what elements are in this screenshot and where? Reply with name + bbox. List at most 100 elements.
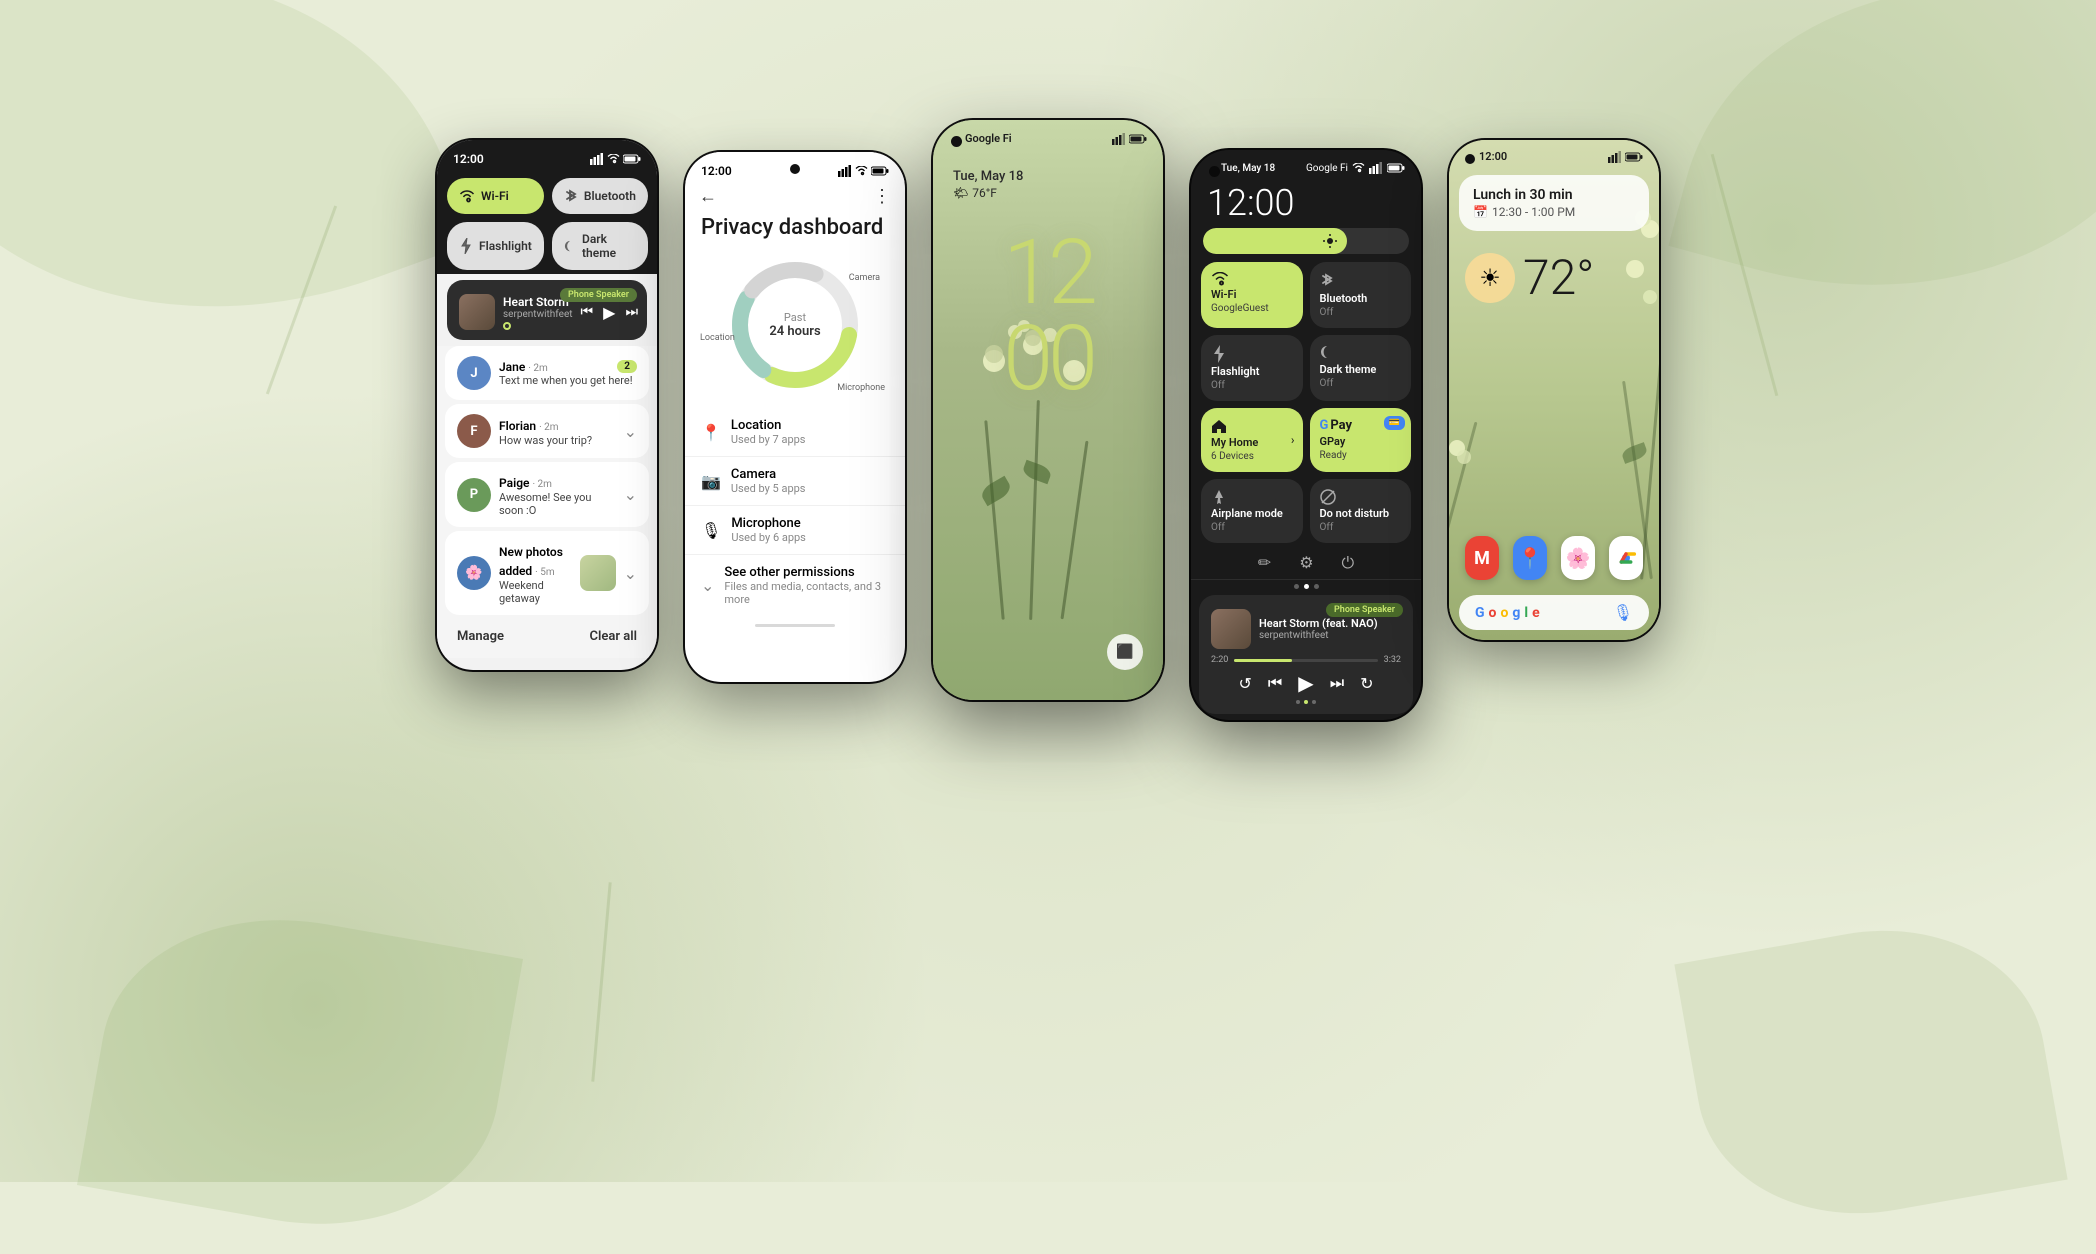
paige-avatar: P: [457, 478, 491, 512]
notif-paige[interactable]: P Paige · 2m Awesome! See you soon :O ⌄: [445, 462, 649, 527]
paige-name: Paige · 2m: [499, 476, 552, 490]
phone4-edit-btn[interactable]: ✏: [1258, 553, 1271, 573]
phone4-gpay-tile[interactable]: GPay GPay Ready 💳: [1310, 408, 1412, 472]
phone1-notif-actions: Manage Clear all: [437, 619, 657, 658]
perm-location[interactable]: 📍 Location Used by 7 apps: [685, 408, 905, 457]
paige-msg: Awesome! See you soon :O: [499, 491, 616, 517]
phone1-bt-tile[interactable]: Bluetooth: [552, 178, 648, 214]
phone4-airplane-icon: [1211, 489, 1227, 505]
phone4-wifi-icon: [1352, 163, 1365, 173]
player-dots: [1211, 700, 1401, 704]
back-btn[interactable]: ←: [699, 186, 717, 207]
phone4-play-btn[interactable]: ▶: [1298, 671, 1313, 695]
privacy-title: Privacy dashboard: [701, 215, 889, 240]
wifi-tile-icon: [459, 190, 475, 203]
notif-florian[interactable]: F Florian · 2m How was your trip? ⌄: [445, 404, 649, 458]
phone2-permissions-list: 📍 Location Used by 7 apps 📷 Camera Used …: [685, 408, 905, 616]
phone1-flash-tile[interactable]: Flashlight: [447, 222, 544, 270]
app-photos[interactable]: 🌸: [1561, 536, 1595, 580]
dot2: [1304, 584, 1309, 589]
menu-btn[interactable]: ⋮: [873, 186, 891, 207]
app-chrome[interactable]: [1609, 536, 1643, 580]
manage-btn[interactable]: Manage: [457, 629, 504, 644]
phone1-artist: serpentwithfeet: [503, 309, 573, 320]
phone4-brightness-slider[interactable]: [1203, 228, 1409, 254]
phone4-next-btn[interactable]: ⏭: [1330, 673, 1344, 693]
phone4-wifi-tile[interactable]: Wi-Fi GoogleGuest: [1201, 262, 1303, 328]
phone2-wifi-icon: [855, 166, 868, 176]
paige-expand[interactable]: ⌄: [624, 485, 637, 504]
phone4-time-total: 3:32: [1384, 655, 1401, 665]
phone4-battery-icon: [1387, 163, 1405, 173]
phone4-home-tile[interactable]: My Home 6 Devices ›: [1201, 408, 1303, 472]
phone1-status-icons: [590, 153, 641, 165]
phone3-weather: 🌤 76°F: [953, 186, 1143, 200]
perm-camera-label: Camera: [731, 467, 806, 482]
phone3-recents-btn[interactable]: ⬛: [1107, 634, 1143, 670]
phone4-signal-icon: [1369, 162, 1383, 174]
florian-expand[interactable]: ⌄: [624, 422, 637, 441]
phone5-left-flowers: [1449, 420, 1519, 540]
notif-photos[interactable]: 🌸 New photos added · 5m Weekend getaway …: [445, 531, 649, 615]
florian-name: Florian · 2m: [499, 419, 559, 433]
dark-tile-icon: [564, 239, 576, 254]
phone5-signal-icon: [1608, 151, 1622, 163]
app-gmail[interactable]: M: [1465, 536, 1499, 580]
phone4-dark-sub: Off: [1320, 378, 1402, 389]
phone4-player-controls: ↺ ⏮ ▶ ⏭ ↻: [1211, 671, 1401, 695]
phone1-notifications-list: J Jane · 2m 2 Text me when you get here!…: [437, 346, 657, 658]
camera-icon: 📷: [701, 472, 721, 491]
perm-microphone[interactable]: 🎙 Microphone Used by 6 apps: [685, 506, 905, 555]
voice-search-icon[interactable]: 🎙: [1613, 603, 1633, 622]
phone1-progress-dot: [503, 322, 511, 330]
perm-camera[interactable]: 📷 Camera Used by 5 apps: [685, 457, 905, 506]
phone4-settings-btn[interactable]: ⚙: [1299, 553, 1313, 573]
phone3-carrier: Google Fi: [965, 132, 1012, 145]
phone5-search-bar[interactable]: G o o g l e 🎙: [1459, 595, 1649, 630]
phone1-prev-btn[interactable]: ⏮: [581, 304, 594, 320]
chart-center-label: Past: [769, 311, 820, 324]
phone4-gpay-label: GPay: [1320, 435, 1402, 448]
phone4-dark-tile[interactable]: Dark theme Off: [1310, 335, 1412, 401]
phone4-loop-btn[interactable]: ↻: [1360, 674, 1373, 693]
phone3-battery-icon: [1129, 134, 1147, 144]
perm-other[interactable]: ⌄ See other permissions Files and media,…: [685, 555, 905, 616]
photos-expand[interactable]: ⌄: [624, 564, 637, 583]
phone4-replay-btn[interactable]: ↺: [1238, 674, 1251, 693]
phone1-album-art: [459, 294, 495, 330]
phone4-dnd-tile[interactable]: Do not disturb Off: [1310, 479, 1412, 543]
clear-all-btn[interactable]: Clear all: [590, 629, 638, 644]
flash-tile-icon: [459, 238, 473, 254]
florian-msg: How was your trip?: [499, 434, 616, 447]
phone4-progress-bar[interactable]: [1234, 659, 1377, 662]
chrome-icon: [1614, 546, 1638, 570]
phone4-prev-btn[interactable]: ⏮: [1268, 673, 1282, 693]
phone4-bt-label: Bluetooth: [1320, 292, 1402, 305]
phone-2-privacy-dashboard: 12:00 ← ⋮ Privacy dashboard: [685, 152, 905, 682]
progress-fill: [1234, 659, 1291, 662]
phone4-artist: serpentwithfeet: [1259, 630, 1401, 641]
phone1-next-btn[interactable]: ⏭: [625, 304, 638, 320]
phone1-flash-label: Flashlight: [479, 239, 532, 253]
phone-3-lockscreen: Google Fi Tue, May 18 🌤 76°F 1200: [933, 120, 1163, 700]
phone1-play-btn[interactable]: ▶: [603, 303, 615, 322]
phone5-status-icons: [1608, 151, 1643, 163]
phone4-flash-tile[interactable]: Flashlight Off: [1201, 335, 1303, 401]
app-maps[interactable]: 📍: [1513, 536, 1547, 580]
notif-jane[interactable]: J Jane · 2m 2 Text me when you get here!: [445, 346, 649, 400]
phone4-album-art: [1211, 609, 1251, 649]
phone5-calendar-widget[interactable]: Lunch in 30 min 📅 12:30 - 1:00 PM: [1459, 175, 1649, 231]
phone4-flash-icon: [1211, 345, 1225, 363]
phone1-wifi-tile[interactable]: Wi-Fi: [447, 178, 544, 214]
phone4-home-icon: [1211, 418, 1227, 434]
phone5-event-title: Lunch in 30 min: [1473, 187, 1635, 203]
chart-center: Past 24 hours: [769, 311, 820, 339]
phone4-carrier: Google Fi: [1306, 163, 1348, 174]
phone4-punch-hole: [1209, 166, 1220, 177]
phone1-dark-tile[interactable]: Dark theme: [552, 222, 648, 270]
phone4-airplane-tile[interactable]: Airplane mode Off: [1201, 479, 1303, 543]
phone5-app-dock: M 📍 🌸: [1449, 526, 1659, 590]
phone4-bt-tile[interactable]: Bluetooth Off: [1310, 262, 1412, 328]
phone3-status-icons: [1112, 133, 1147, 145]
phone4-power-btn[interactable]: ⏻: [1342, 553, 1355, 573]
